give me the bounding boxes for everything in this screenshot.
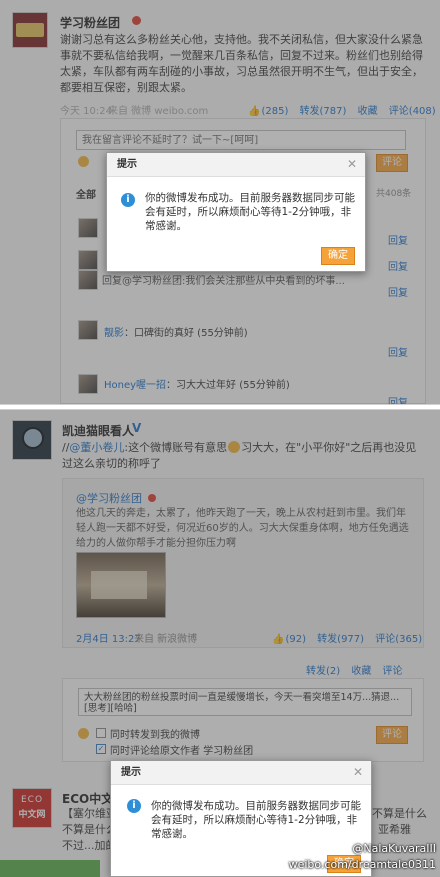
confirm-button[interactable]: 确定 [321, 247, 355, 265]
close-icon[interactable]: ✕ [347, 157, 357, 171]
dialog-message: 你的微博发布成功。目前服务器数据同步可能会有延时，所以麻烦耐心等待1-2分钟哦，… [145, 192, 355, 232]
weibo-panel-top: 学习粉丝团 谢谢习总有这么多粉丝关心他，支持他。我不关闭私信，但大家没什么紧急事… [0, 0, 440, 404]
watermark-handle: @NalaKuvaraIII [352, 842, 436, 855]
info-icon: i [127, 799, 141, 813]
dialog-title: 提示 [111, 761, 371, 785]
weibo-panel-bottom: 凯迪猫眼看人 V //@董小卷儿:这个微博账号有意思 习大大，在"小平你好"之后再… [0, 410, 440, 877]
watermark-url: weibo.com/dreamtale0311 [288, 858, 436, 871]
info-icon: i [121, 193, 135, 207]
success-dialog: 提示 ✕ i 你的微博发布成功。目前服务器数据同步可能会有延时，所以麻烦耐心等待… [106, 152, 366, 272]
close-icon[interactable]: ✕ [353, 765, 363, 779]
dialog-message: 你的微博发布成功。目前服务器数据同步可能会有延时，所以麻烦耐心等待1-2分钟哦，… [151, 800, 361, 840]
dialog-title: 提示 [107, 153, 365, 177]
